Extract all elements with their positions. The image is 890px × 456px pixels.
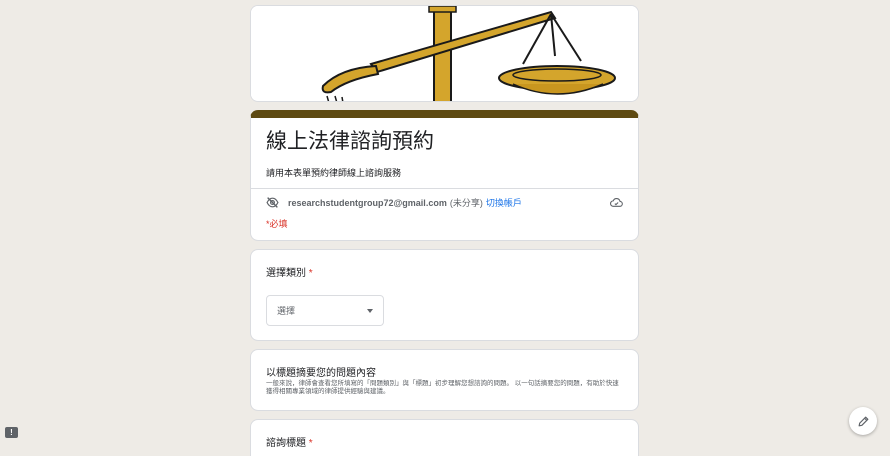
category-dropdown[interactable]: 選擇	[266, 295, 384, 326]
question-title: 選擇類別	[266, 268, 306, 279]
dropdown-value: 選擇	[277, 306, 296, 316]
account-row: researchstudentgroup72@gmail.com (未分享) 切…	[251, 188, 638, 216]
report-abuse-button[interactable]: !	[5, 427, 18, 438]
account-email: researchstudentgroup72@gmail.com	[288, 197, 447, 208]
section-title: 以標題摘要您的問題內容	[266, 368, 376, 379]
eye-off-icon	[266, 197, 279, 208]
section-header-card: 以標題摘要您的問題內容 一般來說，律師會查看您所填寫的「問題類別」與「標題」初步…	[250, 349, 639, 411]
scales-of-justice-illustration	[251, 6, 638, 101]
question-label: 諮詢標題 *	[266, 434, 623, 449]
question-card-subject: 諮詢標題 *	[250, 419, 639, 456]
required-star: *	[308, 438, 313, 449]
form-title: 線上法律諮詢預約	[266, 130, 434, 153]
question-card-category: 選擇類別 * 選擇	[250, 249, 639, 341]
section-description: 一般來說，律師會查看您所填寫的「問題類別」與「標題」初步理解您想諮詢的問題。 以…	[266, 380, 619, 395]
form-description: 請用本表單預約律師線上諮詢服務	[266, 168, 402, 178]
switch-account-link[interactable]: 切換帳戶	[486, 196, 522, 209]
dropdown-caret-icon	[367, 308, 373, 313]
header-banner-image	[250, 5, 639, 102]
question-label: 選擇類別 *	[266, 264, 623, 279]
pencil-icon	[858, 416, 868, 426]
form-header-card: 線上法律諮詢預約 請用本表單預約律師線上諮詢服務 researchstudent…	[250, 110, 639, 241]
edit-form-button[interactable]	[849, 407, 877, 435]
required-star: *	[308, 268, 313, 279]
account-share-note: (未分享)	[449, 198, 483, 208]
question-title: 諮詢標題	[266, 438, 306, 449]
cloud-done-icon	[610, 198, 623, 207]
required-note: *必填	[266, 219, 288, 229]
report-icon: !	[10, 428, 13, 437]
form-column: 線上法律諮詢預約 請用本表單預約律師線上諮詢服務 researchstudent…	[250, 5, 639, 456]
title-block: 線上法律諮詢預約 請用本表單預約律師線上諮詢服務	[251, 118, 638, 188]
